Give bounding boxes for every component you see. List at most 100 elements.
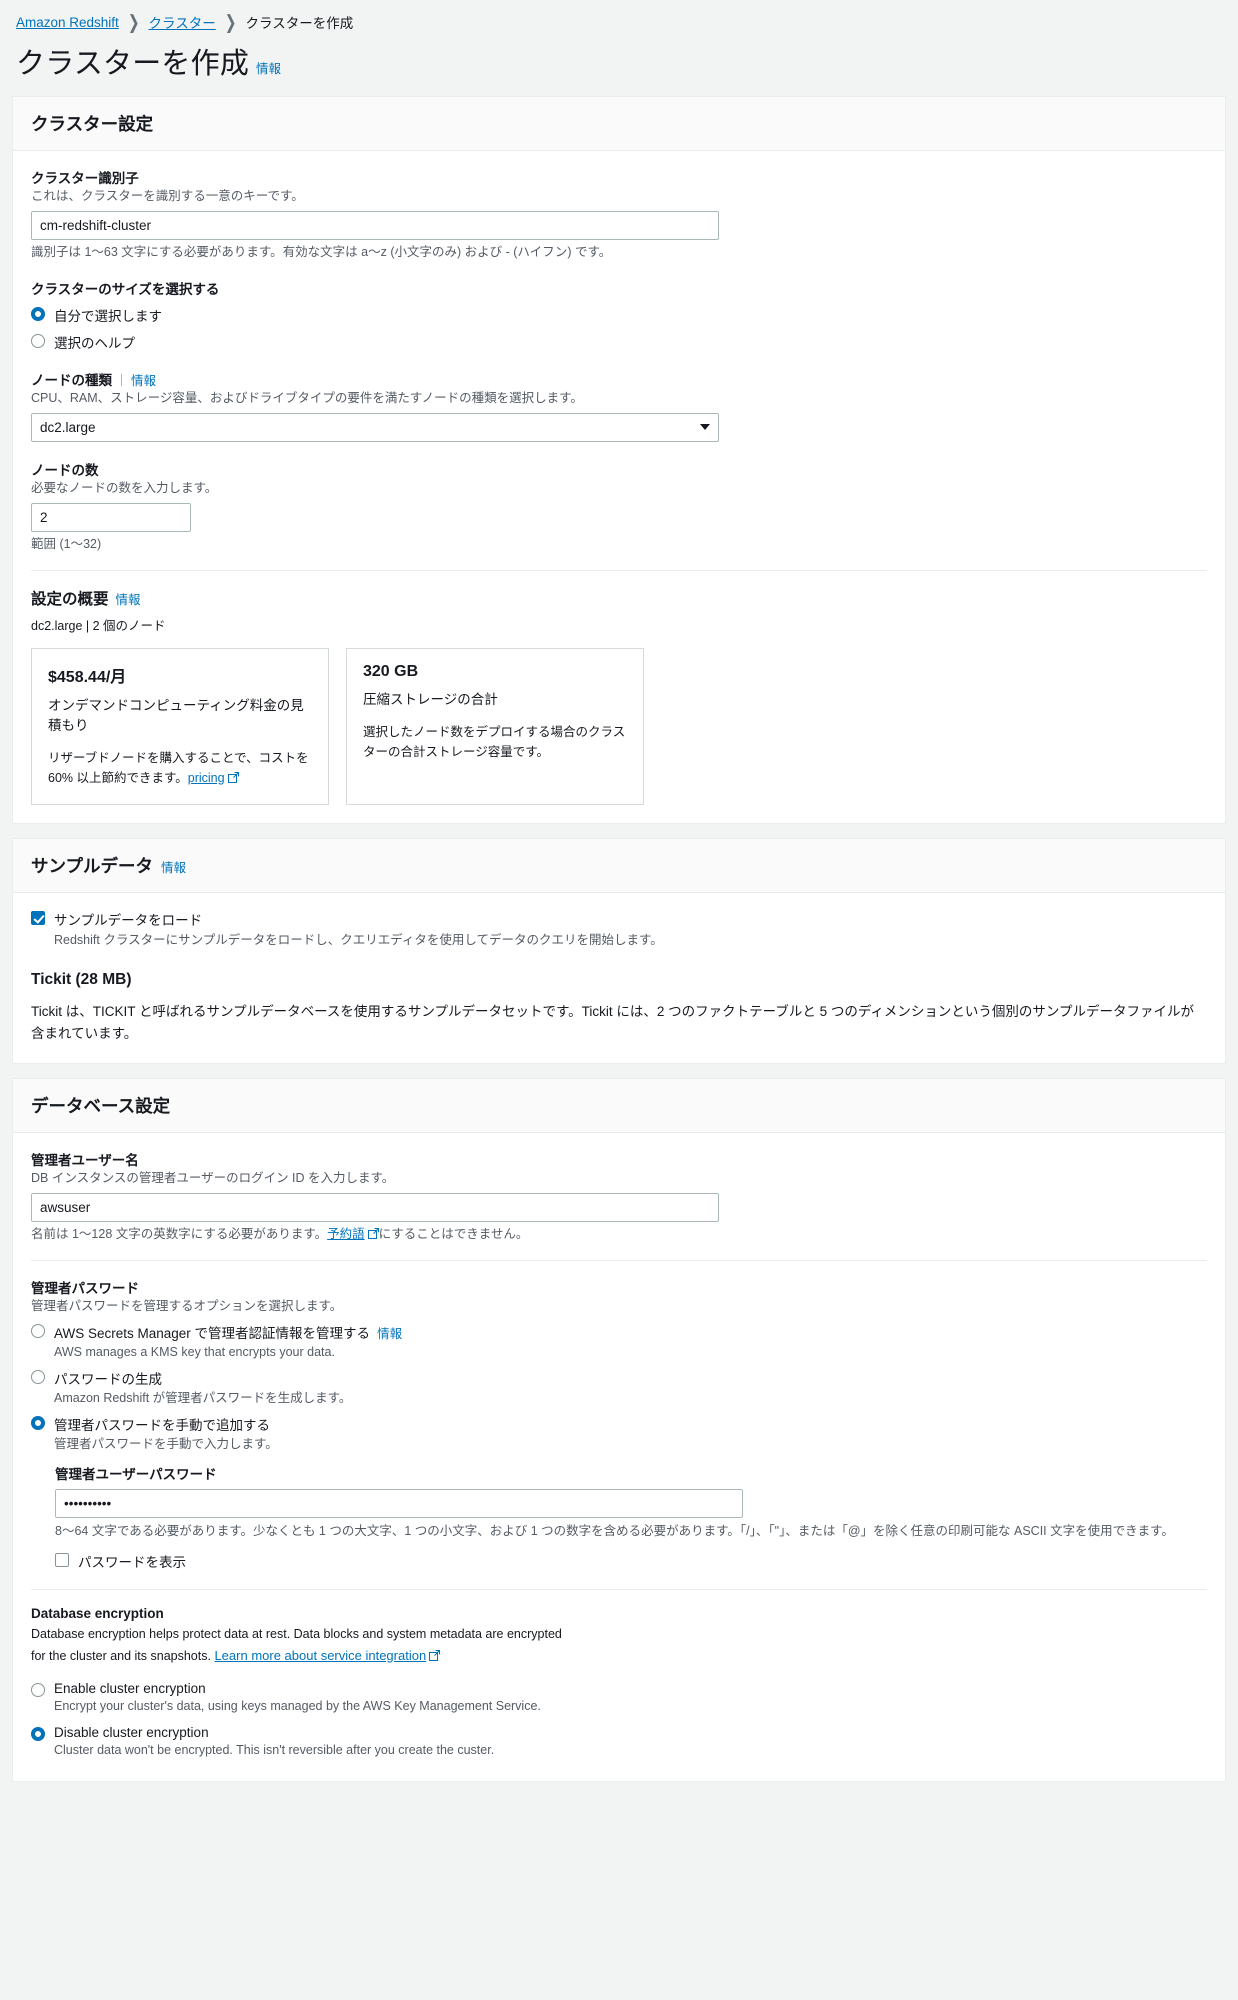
chevron-down-icon[interactable] — [700, 424, 710, 431]
section-divider — [31, 570, 1207, 572]
external-link-icon — [367, 1227, 379, 1239]
load-sample-data-label: サンプルデータをロード — [54, 912, 203, 928]
admin-user-password-label: 管理者ユーザーパスワード — [55, 1466, 217, 1482]
database-settings-body: 管理者ユーザー名 DB インスタンスの管理者ユーザーのログイン ID を入力しま… — [13, 1133, 1225, 1781]
breadcrumb-item-amazon-redshift[interactable]: Amazon Redshift — [16, 15, 119, 30]
breadcrumb-item-clusters[interactable]: クラスター — [149, 12, 216, 32]
storage-card-note: 選択したノード数をデプロイする場合のクラスターの合計ストレージ容量です。 — [363, 724, 626, 759]
admin-username-hint: 名前は 1〜128 文字の英数字にする必要があります。予約語 にすることはできませ… — [31, 1226, 1207, 1243]
load-sample-data-checkbox[interactable] — [31, 910, 45, 925]
radio-option-choose-myself[interactable]: 自分で選択します — [31, 305, 1207, 325]
node-count-description: 必要なノードの数を入力します。 — [31, 480, 218, 495]
cluster-identifier-input[interactable] — [31, 210, 719, 240]
radio-manual-password-icon[interactable] — [31, 1416, 45, 1431]
learn-more-service-integration-link[interactable]: Learn more about service integration — [214, 1648, 426, 1663]
sample-data-title: サンプルデータ — [31, 855, 153, 876]
radio-generate-password-label: パスワードの生成 — [54, 1372, 162, 1388]
node-type-info-link[interactable]: 情報 — [131, 370, 156, 389]
radio-option-disable-encryption[interactable]: Disable cluster encryption Cluster data … — [31, 1725, 1207, 1759]
radio-enable-encryption-icon[interactable] — [31, 1682, 45, 1697]
summary-cards: $458.44/月 オンデマンドコンピューティング料金の見積もり リザーブドノー… — [31, 648, 1207, 805]
external-link-icon — [429, 1649, 441, 1661]
radio-secrets-manager-label-line: AWS Secrets Manager で管理者認証情報を管理する 情報 — [54, 1322, 402, 1342]
storage-card-value: 320 GB — [363, 663, 419, 681]
radio-enable-encryption-label: Enable cluster encryption — [54, 1680, 206, 1696]
cluster-settings-header: クラスター設定 — [13, 97, 1225, 151]
radio-option-enable-encryption[interactable]: Enable cluster encryption Encrypt your c… — [31, 1681, 1207, 1715]
dataset-description: Tickit は、TICKIT と呼ばれるサンプルデータベースを使用するサンプル… — [31, 1004, 1195, 1041]
configuration-summary-info-link[interactable]: 情報 — [116, 589, 141, 608]
breadcrumb-separator-icon: ❯ — [224, 10, 237, 33]
database-settings-header: データベース設定 — [13, 1078, 1225, 1133]
summary-card-storage: 320 GB 圧縮ストレージの合計 選択したノード数をデプロイする場合のクラスタ… — [346, 648, 644, 805]
radio-manual-password-sub: 管理者パスワードを手動で入力します。 — [54, 1437, 278, 1452]
page-info-link[interactable]: 情報 — [256, 58, 281, 77]
pricing-card-value: $458.44/月 — [48, 669, 127, 687]
cluster-size-choice-field: クラスターのサイズを選択する 自分で選択します 選択のヘルプ — [31, 278, 1207, 352]
dataset-heading: Tickit (28 MB) — [31, 971, 132, 988]
radio-option-secrets-manager[interactable]: AWS Secrets Manager で管理者認証情報を管理する 情報 AWS… — [31, 1322, 1207, 1361]
radio-option-manual-password[interactable]: 管理者パスワードを手動で追加する 管理者パスワードを手動で入力します。 — [31, 1414, 1207, 1453]
admin-username-input[interactable] — [31, 1192, 719, 1222]
cluster-settings-panel: クラスター設定 クラスター識別子 これは、クラスターを識別する一意のキーです。 … — [12, 96, 1226, 824]
database-encryption-title: Database encryption — [31, 1606, 164, 1622]
sample-data-header: サンプルデータ 情報 — [13, 838, 1225, 893]
database-encryption-field: Database encryption Database encryption … — [31, 1606, 1207, 1758]
cluster-settings-title: クラスター設定 — [31, 114, 154, 134]
load-sample-data-sub: Redshift クラスターにサンプルデータをロードし、クエリエディタを使用して… — [54, 932, 663, 947]
secrets-manager-info-link[interactable]: 情報 — [377, 1323, 402, 1342]
label-divider-icon — [121, 373, 122, 386]
section-divider — [31, 1589, 1207, 1591]
node-count-label: ノードの数 — [31, 462, 99, 478]
radio-secrets-manager-sub: AWS manages a KMS key that encrypts your… — [54, 1345, 335, 1360]
show-password-row[interactable]: パスワードを表示 — [55, 1551, 1207, 1571]
admin-username-description: DB インスタンスの管理者ユーザーのログイン ID を入力します。 — [31, 1170, 395, 1185]
pricing-link[interactable]: pricing — [188, 771, 225, 785]
page-title: クラスターを作成 — [16, 48, 250, 80]
database-settings-panel: データベース設定 管理者ユーザー名 DB インスタンスの管理者ユーザーのログイン… — [12, 1077, 1226, 1782]
pricing-card-note-text: リザーブドノードを購入することで、コストを 60% 以上節約できます。 — [48, 750, 309, 785]
configuration-summary-title-row: 設定の概要 情報 — [31, 587, 1207, 609]
node-type-select[interactable]: dc2.large — [31, 412, 719, 442]
radio-disable-encryption-icon[interactable] — [31, 1726, 45, 1741]
admin-username-hint-after: にすることはできません。 — [378, 1226, 529, 1241]
cluster-identifier-hint: 識別子は 1〜63 文字にする必要があります。有効な文字は a〜z (小文字のみ… — [31, 244, 612, 259]
sample-data-panel: サンプルデータ 情報 サンプルデータをロード Redshift クラスターにサン… — [12, 837, 1226, 1064]
node-count-hint: 範囲 (1〜32) — [31, 536, 102, 551]
sample-data-info-link[interactable]: 情報 — [161, 857, 186, 876]
cluster-settings-body: クラスター識別子 これは、クラスターを識別する一意のキーです。 識別子は 1〜6… — [13, 151, 1225, 823]
cluster-identifier-label-row: クラスター識別子 — [31, 167, 1207, 187]
radio-option-generate-password[interactable]: パスワードの生成 Amazon Redshift が管理者パスワードを生成します… — [31, 1368, 1207, 1407]
radio-secrets-manager-icon[interactable] — [31, 1324, 45, 1339]
admin-user-password-input[interactable] — [55, 1488, 743, 1518]
admin-password-label: 管理者パスワード — [31, 1281, 139, 1297]
node-type-description: CPU、RAM、ストレージ容量、およびドライブタイプの要件を満たすノードの種類を… — [31, 390, 583, 405]
radio-generate-password-labels: パスワードの生成 Amazon Redshift が管理者パスワードを生成します… — [54, 1368, 351, 1407]
show-password-checkbox[interactable] — [55, 1553, 69, 1568]
cluster-size-choice-label: クラスターのサイズを選択する — [31, 281, 220, 297]
node-type-select-wrapper: dc2.large — [31, 412, 719, 442]
node-type-field: ノードの種類 情報 CPU、RAM、ストレージ容量、およびドライブタイプの要件を… — [31, 369, 1207, 442]
radio-option-help-me-choose[interactable]: 選択のヘルプ — [31, 332, 1207, 352]
radio-generate-password-icon[interactable] — [31, 1370, 45, 1385]
radio-manual-password-label: 管理者パスワードを手動で追加する — [54, 1418, 270, 1434]
load-sample-data-row[interactable]: サンプルデータをロード Redshift クラスターにサンプルデータをロードし、… — [31, 909, 1207, 950]
node-count-field: ノードの数 必要なノードの数を入力します。 範囲 (1〜32) — [31, 459, 1207, 553]
configuration-summary: 設定の概要 情報 dc2.large | 2 個のノード $458.44/月 オ… — [31, 587, 1207, 805]
radio-secrets-manager-labels: AWS Secrets Manager で管理者認証情報を管理する 情報 AWS… — [54, 1322, 402, 1361]
admin-password-field: 管理者パスワード 管理者パスワードを管理するオプションを選択します。 AWS S… — [31, 1277, 1207, 1571]
radio-secrets-manager-label: AWS Secrets Manager で管理者認証情報を管理する — [54, 1326, 371, 1342]
pricing-card-note: リザーブドノードを購入することで、コストを 60% 以上節約できます。prici… — [48, 748, 312, 788]
radio-help-me-choose-icon[interactable] — [31, 333, 45, 348]
node-type-label-row: ノードの種類 情報 — [31, 369, 1207, 389]
external-link-icon — [227, 771, 239, 783]
admin-username-label: 管理者ユーザー名 — [31, 1152, 139, 1168]
admin-username-hint-before: 名前は 1〜128 文字の英数字にする必要があります。 — [31, 1226, 328, 1241]
breadcrumb-item-create-cluster: クラスターを作成 — [245, 16, 354, 31]
configuration-summary-subtitle: dc2.large | 2 個のノード — [31, 619, 166, 634]
node-count-input[interactable] — [31, 502, 191, 532]
reserved-words-link[interactable]: 予約語 — [327, 1227, 365, 1241]
configuration-summary-title: 設定の概要 — [31, 591, 109, 609]
cluster-identifier-description: これは、クラスターを識別する一意のキーです。 — [31, 189, 304, 203]
radio-choose-myself-icon[interactable] — [31, 306, 45, 321]
